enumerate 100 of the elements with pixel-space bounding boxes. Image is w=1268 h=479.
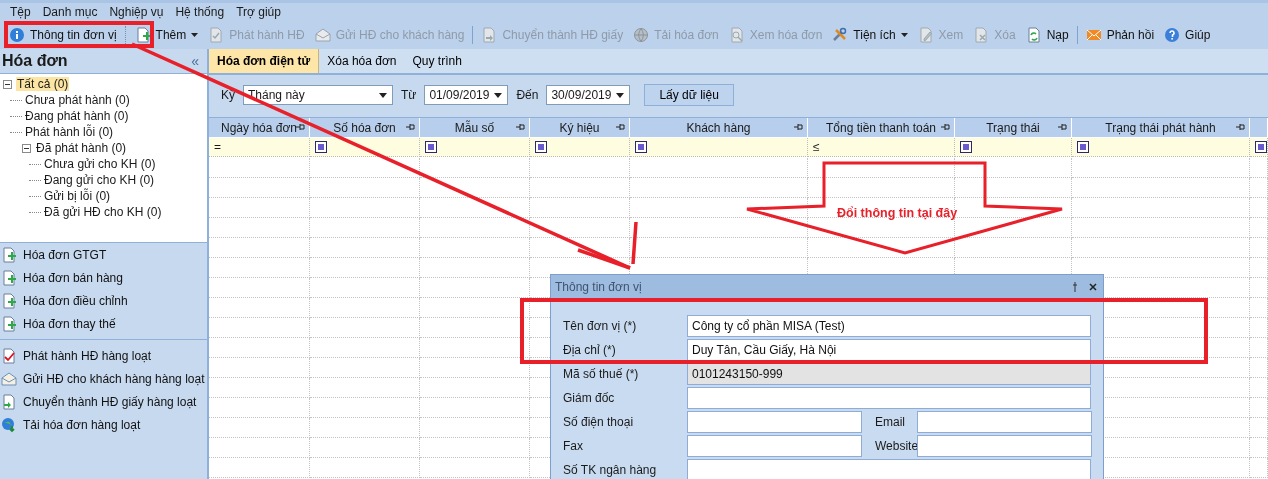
tree-item[interactable]: Đã phát hành (0) (35, 141, 128, 155)
tree-item[interactable]: Chưa gửi cho KH (0) (43, 157, 157, 171)
period-dropdown[interactable]: Tháng này (243, 85, 393, 105)
input-field[interactable] (917, 435, 1092, 457)
input-field[interactable] (687, 435, 862, 457)
menu-item[interactable]: Danh mục (36, 4, 104, 19)
close-icon[interactable] (1089, 283, 1097, 291)
column-header[interactable]: Ngày hóa đơn (209, 118, 310, 137)
collapse-button[interactable]: « (187, 53, 203, 69)
panel-title: Hóa đơn (2, 52, 68, 70)
tree-item[interactable]: Đang phát hành (0) (24, 109, 130, 123)
filter-icon[interactable] (960, 141, 972, 153)
pin-icon[interactable] (616, 123, 625, 131)
input-field[interactable] (687, 459, 1091, 479)
field-label: Số TK ngân hàng (562, 463, 658, 477)
tab[interactable]: Hóa đơn điện tử (209, 49, 320, 73)
globe-icon (1, 416, 17, 433)
pin-icon[interactable] (296, 123, 305, 131)
filter-operator[interactable]: = (214, 140, 221, 154)
input-field[interactable] (917, 411, 1092, 433)
menu-item[interactable]: Trợ giúp (230, 4, 287, 19)
action-link[interactable]: Hóa đơn GTGT (0, 243, 207, 266)
toolbar-button[interactable]: Tiện ích (829, 24, 911, 45)
column-header[interactable]: Trạng thái (955, 118, 1072, 137)
field-label: Số điện thoại (562, 415, 635, 429)
filter-icon[interactable] (1255, 141, 1267, 153)
pin-icon[interactable] (1236, 123, 1245, 131)
action-link[interactable]: Tải hóa đơn hàng loạt (0, 413, 207, 436)
help-icon (1164, 26, 1181, 43)
add-page-icon (1, 246, 17, 263)
table-cell (1250, 318, 1268, 338)
menu-item[interactable]: Tệp (4, 4, 37, 19)
info-icon (9, 26, 25, 43)
pin-icon[interactable] (1073, 282, 1077, 292)
tree-item[interactable]: Tất cả (0) (16, 77, 70, 91)
pin-icon[interactable] (1058, 123, 1067, 131)
dialog-title: Thông tin đơn vị (555, 280, 642, 294)
toolbar-button[interactable]: Phản hồi (1082, 24, 1158, 45)
action-link[interactable]: Gửi HĐ cho khách hàng hàng loạt (0, 367, 207, 390)
filter-icon[interactable] (635, 141, 647, 153)
toolbar-button[interactable]: Nạp (1022, 24, 1072, 45)
pin-icon[interactable] (516, 123, 525, 131)
action-link[interactable]: Hóa đơn thay thế (0, 312, 207, 335)
column-header[interactable]: Trạng thái phát hành (1072, 118, 1250, 137)
table-cell (1250, 178, 1268, 198)
field-label: Đến (516, 88, 539, 102)
pin-icon[interactable] (794, 123, 803, 131)
delete-page-icon (973, 26, 990, 43)
tree-item[interactable]: Đã gửi HĐ cho KH (0) (43, 205, 163, 219)
add-page-icon (1, 269, 17, 286)
input-field[interactable] (687, 411, 862, 433)
filter-icon[interactable] (1077, 141, 1089, 153)
fetch-button[interactable]: Lấy dữ liệu (644, 84, 734, 106)
filter-operator[interactable]: ≤ (813, 140, 820, 154)
toolbar-button[interactable]: Giúp (1161, 24, 1214, 45)
action-link[interactable]: Phát hành HĐ hàng loạt (0, 344, 207, 367)
column-header[interactable]: Tổng tiền thanh toán (808, 118, 955, 137)
action-link[interactable]: Chuyển thành HĐ giấy hàng loạt (0, 390, 207, 413)
input-field[interactable]: Duy Tân, Cầu Giấy, Hà Nội (687, 339, 1091, 361)
action-link[interactable]: Hóa đơn bán hàng (0, 266, 207, 289)
field-label: Email (874, 415, 906, 429)
menu-item[interactable]: Hệ thống (169, 4, 231, 19)
tree-item[interactable]: Gửi bị lỗi (0) (43, 189, 112, 203)
table-cell (1250, 278, 1268, 298)
input-field[interactable]: Công ty cổ phần MISA (Test) (687, 315, 1091, 337)
expander-icon[interactable] (22, 143, 31, 153)
column-header[interactable]: Số hóa đơn (310, 118, 420, 137)
table-cell (1250, 298, 1268, 318)
caret-icon (900, 32, 908, 37)
globe-icon (633, 26, 650, 43)
filter-icon[interactable] (425, 141, 437, 153)
date-picker[interactable]: 30/09/2019 (546, 85, 631, 105)
tree-item[interactable]: Đang gửi cho KH (0) (43, 173, 156, 187)
envelope-icon (314, 26, 331, 43)
tab[interactable]: Quy trình (404, 49, 470, 73)
column-header[interactable]: Ký hiệu (530, 118, 630, 137)
input-field[interactable] (687, 387, 1091, 409)
column-header[interactable]: Mẫu số (420, 118, 530, 137)
add-page-icon (1, 292, 17, 309)
tree-item[interactable]: Phát hành lỗi (0) (24, 125, 115, 139)
pin-icon[interactable] (941, 123, 950, 131)
date-picker[interactable]: 01/09/2019 (424, 85, 509, 105)
pin-icon[interactable] (406, 123, 415, 131)
table-cell (1250, 378, 1268, 398)
table-cell (1250, 218, 1268, 238)
action-link[interactable]: Hóa đơn điều chỉnh (0, 289, 207, 312)
tab[interactable]: Xóa hóa đơn (319, 49, 405, 73)
refresh-page-icon (1025, 26, 1042, 43)
filter-icon[interactable] (535, 141, 547, 153)
filter-icon[interactable] (315, 141, 327, 153)
field-label: Giám đốc (562, 391, 616, 405)
toolbar-button[interactable]: Thêm (131, 24, 202, 45)
menu-item[interactable]: Nghiệp vụ (103, 4, 170, 19)
field-label: Tên đơn vị (*) (562, 319, 638, 333)
table-cell (1250, 398, 1268, 418)
column-header[interactable]: Khách hàng (630, 118, 808, 137)
field-label: Website (874, 439, 917, 453)
expander-icon[interactable] (3, 79, 12, 89)
toolbar-button[interactable]: Thông tin đơn vị (6, 24, 120, 45)
tree-item[interactable]: Chưa phát hành (0) (24, 93, 131, 107)
